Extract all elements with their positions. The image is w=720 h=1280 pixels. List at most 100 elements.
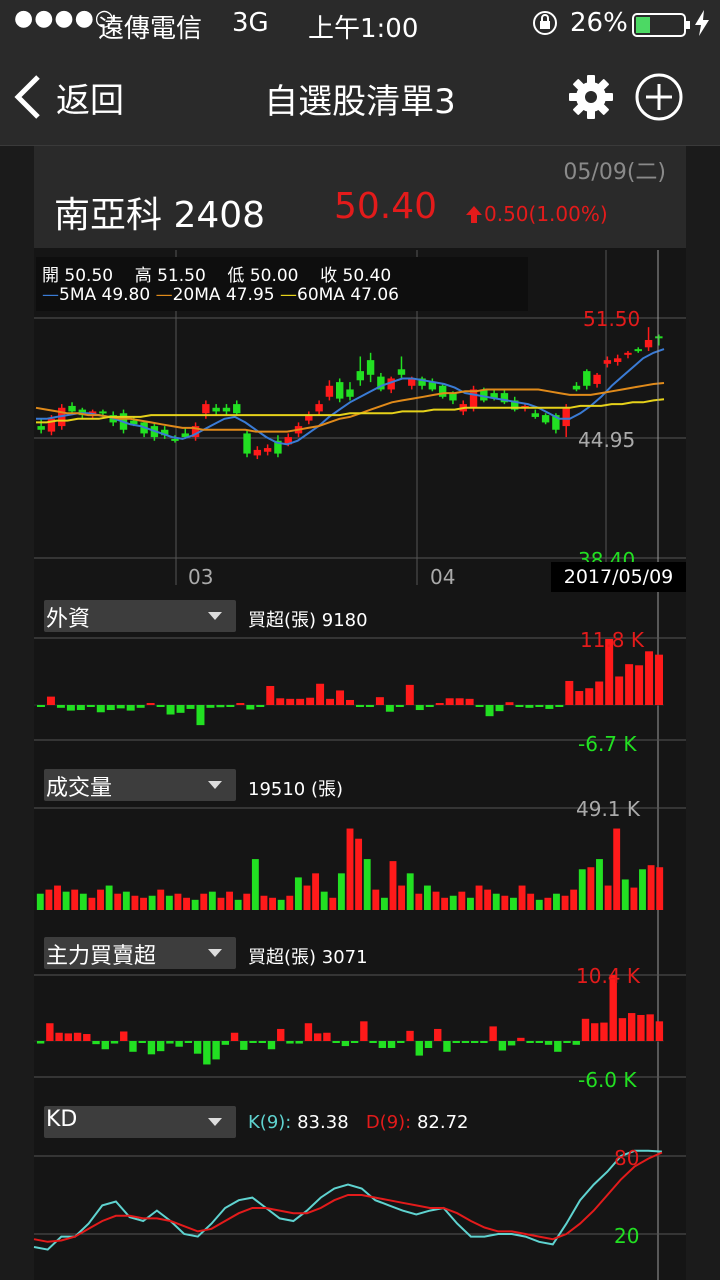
bar: [240, 1041, 248, 1050]
bar: [501, 895, 509, 910]
major-bar-chart[interactable]: [34, 973, 686, 1079]
bar: [184, 1041, 193, 1043]
bar: [360, 1021, 368, 1041]
caret-down-icon: [208, 781, 222, 789]
low-value: 50.00: [249, 266, 299, 286]
bar: [581, 1018, 590, 1041]
bar: [625, 664, 634, 705]
bar: [226, 705, 235, 707]
bar: [387, 1041, 396, 1048]
bar: [129, 1041, 137, 1052]
kd-dropdown[interactable]: KD: [44, 1106, 236, 1138]
candle-body: [335, 382, 344, 399]
bar: [136, 705, 145, 708]
foreign-dropdown[interactable]: 外資: [44, 600, 236, 632]
bar: [96, 705, 105, 713]
candle-body: [68, 405, 76, 412]
bar: [217, 897, 225, 910]
arrow-up-icon: [466, 206, 482, 223]
bar: [389, 861, 397, 910]
foreign-bar-chart[interactable]: [34, 636, 686, 746]
bar: [466, 897, 474, 910]
bar: [452, 1041, 460, 1043]
bar: [286, 698, 295, 705]
candle-body: [583, 371, 591, 386]
foreign-max-label: 11.8 K: [580, 628, 645, 652]
bar: [596, 859, 603, 910]
ohlc-legend: 開 50.50 高 51.50 低 50.00 收 50.40 —5MA 49.…: [36, 257, 528, 311]
d-value: 82.72: [416, 1112, 469, 1133]
candle-body: [397, 369, 406, 375]
bar: [326, 698, 335, 705]
bar: [286, 895, 294, 910]
bar: [174, 893, 182, 910]
candle-body: [325, 385, 334, 397]
bar: [166, 1041, 174, 1044]
bar: [655, 654, 664, 705]
bar: [635, 665, 644, 705]
axis-max-label: 51.50: [583, 307, 641, 331]
candle-body: [356, 371, 365, 381]
settings-button[interactable]: [568, 74, 614, 120]
bar: [131, 895, 139, 910]
bar: [515, 705, 524, 707]
bar: [92, 1041, 100, 1045]
bar: [156, 1041, 165, 1052]
k-value: 83.38: [297, 1112, 349, 1133]
bar: [56, 705, 65, 708]
bar: [295, 1041, 303, 1044]
bar: [591, 1023, 599, 1041]
bar: [234, 899, 242, 910]
candle-body: [644, 339, 653, 348]
bar: [79, 893, 87, 910]
open-value: 50.50: [64, 266, 114, 286]
bar: [329, 897, 337, 910]
bar: [435, 703, 444, 705]
bar: [208, 891, 216, 910]
volume-dropdown[interactable]: 成交量: [44, 769, 236, 801]
bar: [355, 705, 364, 707]
bar: [535, 899, 543, 910]
bar: [434, 1028, 442, 1041]
bar: [206, 705, 215, 708]
bar: [647, 865, 655, 910]
kd-line-chart[interactable]: [33, 1146, 686, 1270]
high-value: 51.50: [157, 266, 206, 286]
bar: [518, 885, 526, 910]
candle-body: [243, 433, 251, 454]
bar: [604, 885, 612, 910]
bar: [475, 705, 484, 707]
plus-circle-icon: [635, 73, 683, 121]
bar: [186, 705, 195, 709]
foreign-min-label: -6.7 K: [578, 732, 637, 756]
bar: [36, 893, 44, 910]
candle-body: [212, 407, 220, 412]
bar: [260, 895, 268, 910]
volume-bar-chart[interactable]: [34, 806, 686, 912]
bar: [122, 891, 130, 910]
bar: [203, 1041, 211, 1065]
bar: [489, 1026, 497, 1041]
bar: [46, 696, 55, 705]
k-label: K(9):: [248, 1112, 292, 1133]
bar: [296, 698, 305, 705]
bar: [406, 873, 414, 910]
caret-down-icon: [208, 1118, 222, 1126]
bar: [535, 1041, 544, 1043]
major-dropdown-label: 主力買賣超: [46, 944, 157, 969]
bar: [76, 705, 85, 711]
bar: [146, 703, 155, 705]
high-label: 高: [134, 266, 152, 286]
candle-body: [346, 389, 354, 397]
major-dropdown[interactable]: 主力買賣超: [44, 937, 236, 969]
candle-body: [171, 438, 179, 441]
add-button[interactable]: [634, 72, 684, 122]
bar: [46, 1023, 54, 1041]
bar: [365, 705, 374, 707]
bar: [312, 873, 320, 910]
bar: [193, 1041, 202, 1054]
kd-line-D(9): [33, 1151, 663, 1243]
bar: [375, 697, 384, 705]
volume-dropdown-label: 成交量: [46, 776, 113, 801]
bar: [83, 1034, 91, 1041]
